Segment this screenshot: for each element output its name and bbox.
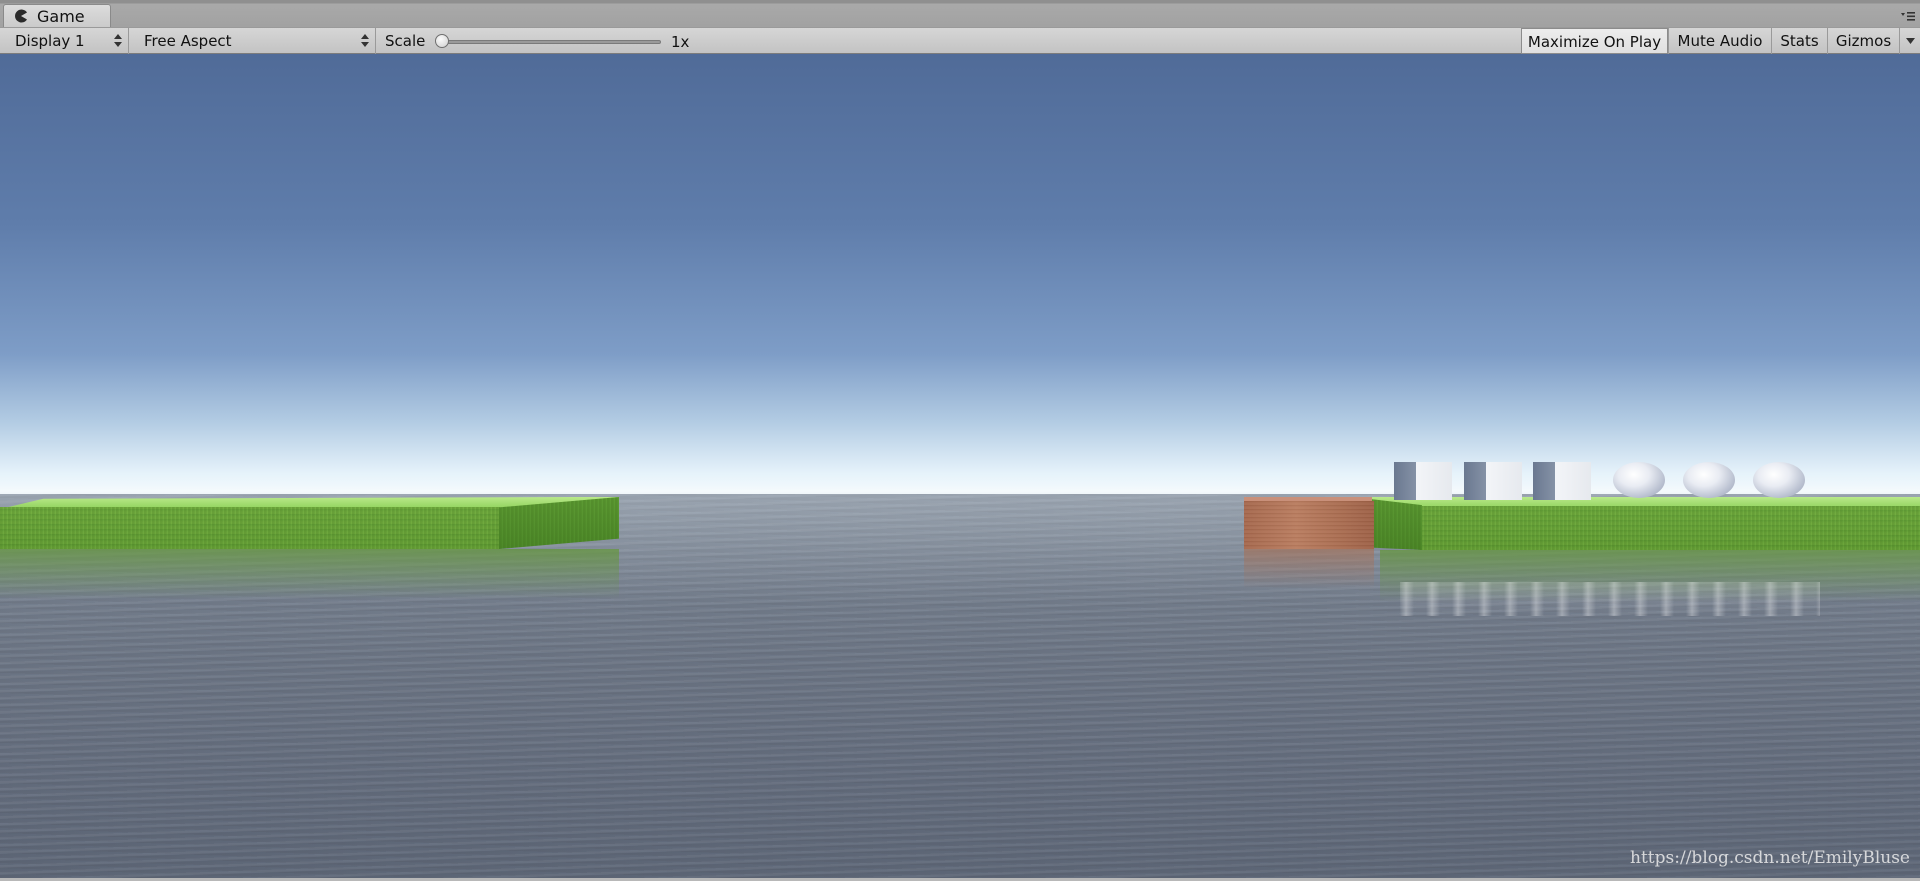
scale-slider-track[interactable]: [441, 40, 661, 44]
mute-audio-toggle[interactable]: Mute Audio: [1668, 28, 1771, 54]
priest-cube: [1464, 462, 1522, 500]
gizmos-toggle[interactable]: Gizmos: [1827, 28, 1899, 54]
stats-toggle[interactable]: Stats: [1771, 28, 1827, 54]
watermark-text: https://blog.csdn.net/EmilyBluse: [1630, 848, 1910, 868]
scale-slider-thumb[interactable]: [435, 34, 449, 48]
pacman-icon: [15, 9, 27, 23]
display-dropdown[interactable]: Display 1: [7, 28, 129, 54]
devil-sphere: [1753, 462, 1805, 498]
priest-cube: [1533, 462, 1591, 500]
game-toolbar: Display 1 Free Aspect Scale 1x Maximize …: [0, 27, 1920, 54]
tab-menu-icon[interactable]: [1900, 9, 1916, 23]
devil-sphere: [1683, 462, 1735, 498]
game-tab-label: Game: [37, 7, 85, 26]
window-tab-bar: Game: [0, 0, 1920, 27]
chevron-down-icon: [1906, 38, 1915, 44]
left-grass-platform: [0, 507, 500, 549]
devil-sphere: [1613, 462, 1665, 498]
display-dropdown-label: Display 1: [15, 32, 85, 50]
aspect-dropdown[interactable]: Free Aspect: [136, 28, 376, 54]
water-sparkles: [1400, 582, 1820, 616]
right-grass-platform-side: [1370, 499, 1422, 550]
game-tab[interactable]: Game: [3, 4, 111, 27]
game-viewport[interactable]: https://blog.csdn.net/EmilyBluse: [0, 54, 1920, 878]
priest-cube: [1394, 462, 1452, 500]
maximize-on-play-toggle[interactable]: Maximize On Play: [1521, 28, 1668, 54]
updown-arrows-icon: [114, 34, 122, 47]
updown-arrows-icon: [361, 34, 369, 47]
wooden-boat: [1244, 501, 1374, 549]
aspect-dropdown-label: Free Aspect: [144, 32, 232, 50]
right-grass-platform: [1420, 506, 1920, 550]
wooden-boat-reflection: [1244, 549, 1374, 589]
scale-value: 1x: [671, 33, 690, 51]
left-platform-reflection: [0, 549, 619, 599]
gizmos-dropdown[interactable]: [1899, 28, 1920, 54]
scale-label: Scale: [385, 32, 426, 50]
